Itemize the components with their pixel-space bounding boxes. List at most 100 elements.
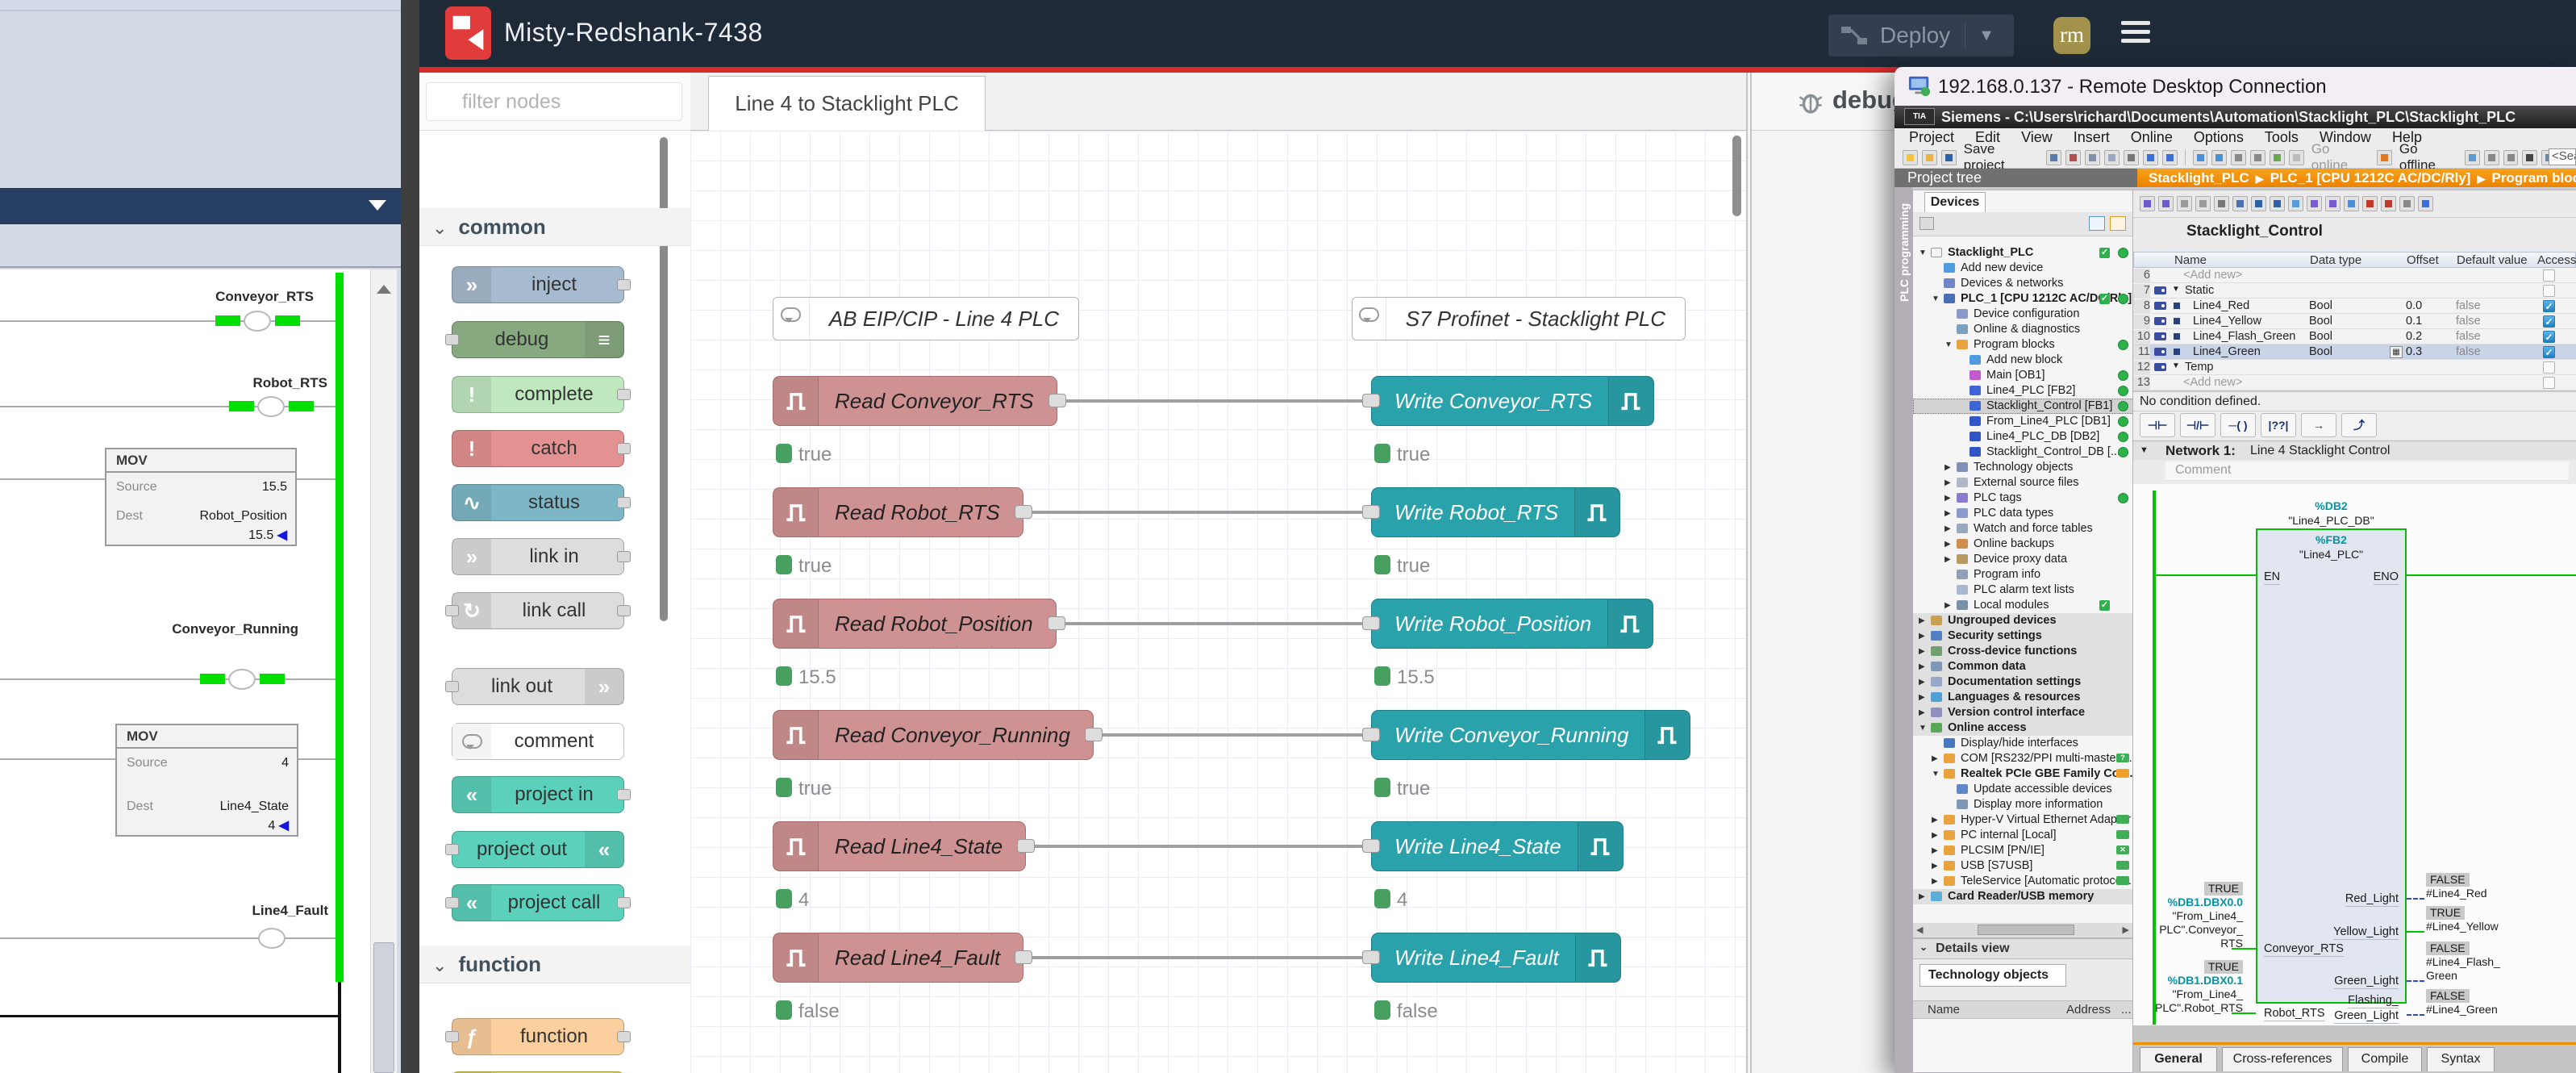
scroll-up-icon[interactable] [377,278,391,294]
flow-canvas[interactable]: AB EIP/CIP - Line 4 PLCS7 Profinet - Sta… [690,131,1746,1073]
node-output-port[interactable] [1085,728,1103,741]
tree-collapse-icon[interactable]: ▶ [1919,662,1925,671]
tree-item[interactable]: ▶Ungrouped devices [1913,613,2133,628]
tree-item[interactable]: ▶Local modules✓ [1913,598,2133,613]
lad-network-canvas[interactable]: %DB2"Line4_PLC_DB"%FB2"Line4_PLC"ENENOCo… [2133,484,2576,1025]
tree-item[interactable]: Add new device [1913,261,2133,276]
table-tool-icon-3[interactable] [2195,196,2211,211]
tree-item[interactable]: Update accessible devices [1913,782,2133,797]
ladder-scrollbar[interactable] [370,269,397,1073]
tree-item[interactable]: ▶Device proxy data [1913,552,2133,567]
coil-icon[interactable]: ─( ) [2220,413,2256,437]
accessible-checkbox[interactable] [2543,361,2555,374]
tree-collapse-icon[interactable]: ▶ [1919,892,1925,901]
tree-item[interactable]: ▼Program blocks [1913,337,2133,353]
menu-online[interactable]: Online [2131,129,2173,146]
tree-expand-icon[interactable]: ▼ [1919,724,1927,733]
tree-expand-icon[interactable]: ▼ [1932,294,1940,303]
tree-item[interactable]: ▶Hyper-V Virtual Ethernet Adapter [1913,812,2133,828]
breadcrumb[interactable]: Stacklight_PLC▶PLC_1 [CPU 1212C AC/DC/Rl… [2137,169,2576,187]
scrollbar-thumb[interactable] [1978,925,2074,935]
contact-nc-icon[interactable]: ⊣/⊢ [2180,413,2215,437]
tree-collapse-icon[interactable]: ▶ [1945,601,1951,610]
input-port[interactable] [445,605,459,616]
collapsed-panel-bar[interactable] [0,188,401,224]
tree-refresh-icon[interactable] [2110,216,2126,231]
tree-collapse-icon[interactable]: ▶ [1945,463,1951,472]
flow-node-read[interactable]: Read Robot_Position [773,599,1057,649]
mov-instruction[interactable]: MOVSource4DestLine4_State4 ◀ [115,724,298,837]
mov-instruction[interactable]: MOVSource15.5DestRobot_Position15.5 ◀ [105,448,297,546]
flow-node-write[interactable]: Write Robot_RTS [1371,487,1620,537]
tree-item[interactable]: Display/hide interfaces [1913,736,2133,751]
tree-item[interactable]: ▶Languages & resources [1913,690,2133,705]
close-branch-icon[interactable]: ⤴ [2341,413,2377,437]
tree-item[interactable]: ▶Security settings [1913,628,2133,644]
table-tool-icon-7[interactable] [2270,196,2285,211]
tree-item[interactable]: ▶Version control interface [1913,705,2133,720]
tree-collapse-icon[interactable]: ▶ [1945,478,1951,487]
network-collapse-icon[interactable]: ▼ [2140,445,2149,455]
main-menu-icon[interactable] [2121,21,2150,47]
scroll-right-icon[interactable]: ▶ [2123,925,2129,935]
tree-item[interactable]: ▶External source files [1913,475,2133,491]
output-port[interactable] [617,605,631,616]
comment-node[interactable]: AB EIP/CIP - Line 4 PLC [773,297,1079,340]
tree-item[interactable]: ▶USB [S7USB] [1913,858,2133,874]
output-port[interactable] [617,789,631,800]
table-tool-icon-0[interactable] [2140,196,2155,211]
flow-node-write[interactable]: Write Line4_State [1371,821,1624,871]
tree-item[interactable]: ▶PLC data types [1913,506,2133,521]
scrollbar-thumb[interactable] [373,942,394,1073]
output-port[interactable] [617,1031,631,1042]
tree-item[interactable]: Main [OB1] [1913,368,2133,383]
tree-item[interactable]: ▶Common data [1913,659,2133,674]
tree-expand-icon[interactable]: ▼ [1919,248,1927,257]
canvas-scrollbar-thumb[interactable] [1732,136,1741,216]
undo-icon[interactable] [2143,150,2158,165]
tree-item[interactable]: PLC alarm text lists [1913,582,2133,598]
node-input-port[interactable] [1362,728,1380,741]
tree-collapse-icon[interactable]: ▶ [1919,678,1925,687]
tree-item[interactable]: Devices & networks [1913,276,2133,291]
empty-box-icon[interactable]: |??| [2261,413,2296,437]
scroll-left-icon[interactable]: ◀ [1916,925,1923,935]
tree-collapse-icon[interactable]: ▶ [1945,524,1951,533]
tree-expand-icon[interactable]: ▼ [1945,340,1953,349]
tree-horizontal-scrollbar[interactable]: ◀ ▶ [1913,923,2132,937]
deploy-options-chevron-icon[interactable]: ▼ [1978,27,1995,45]
bottom-tab-compile[interactable]: Compile [2348,1047,2422,1071]
go-offline-icon[interactable] [2377,150,2392,165]
tree-collapse-icon[interactable]: ▶ [1932,831,1938,840]
window1-icon[interactable] [2484,150,2499,165]
tree-item[interactable]: ▼Online access [1913,720,2133,736]
copy-icon[interactable] [2085,150,2100,165]
tree-item[interactable]: Line4_PLC [FB2] [1913,383,2133,399]
accessible-checkbox[interactable] [2543,269,2555,282]
node-output-port[interactable] [1015,950,1032,964]
node-output-port[interactable] [1048,616,1065,630]
devices-tab[interactable]: Devices [1924,192,1986,212]
palette-node-comment[interactable]: comment [452,723,624,760]
tag-table-row[interactable]: 12▼Temp [2133,360,2576,375]
node-input-port[interactable] [1362,505,1380,519]
tag-table-row[interactable]: 11Line4_GreenBool▦0.3false✓ [2133,344,2576,360]
flow-node-write[interactable]: Write Line4_Fault [1371,933,1621,983]
palette-node-project-in[interactable]: project in« [452,776,624,813]
tree-item[interactable]: Line4_PLC_DB [DB2] [1913,429,2133,445]
flow-node-write[interactable]: Write Robot_Position [1371,599,1653,649]
tree-item[interactable]: ▶PLC tags [1913,491,2133,506]
flow-node-read[interactable]: Read Line4_Fault [773,933,1023,983]
bottom-tab-crossreferences[interactable]: Cross-references [2222,1047,2343,1071]
group-collapse-icon[interactable]: ▼ [2172,361,2180,370]
tree-item[interactable]: ▶Watch and force tables [1913,521,2133,536]
tree-item[interactable]: Online & diagnostics [1913,322,2133,337]
menu-project[interactable]: Project [1909,129,1954,146]
accessible-checkbox[interactable]: ✓ [2543,315,2555,328]
stop-cpu-icon[interactable] [2250,150,2265,165]
palette-node-inject[interactable]: inject» [452,266,624,303]
new-icon[interactable] [1903,150,1918,165]
input-port[interactable] [445,844,459,855]
tree-item[interactable]: Stacklight_Control [FB1] [1913,399,2133,414]
table-tool-icon-9[interactable] [2307,196,2322,211]
